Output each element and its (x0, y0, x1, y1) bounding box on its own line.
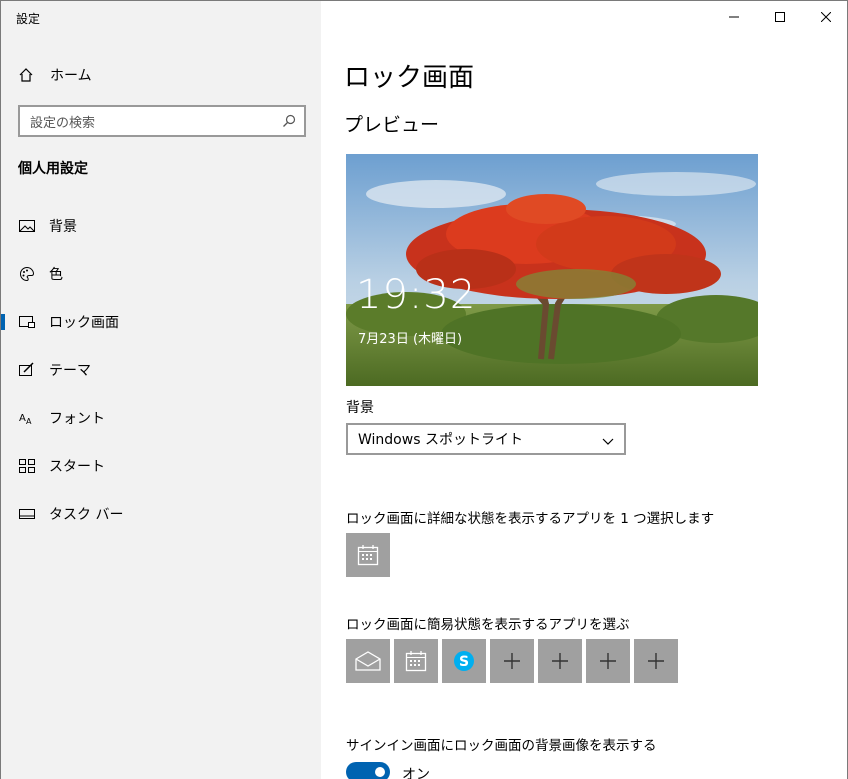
maximize-icon (775, 12, 785, 22)
toggle-knob (375, 767, 385, 777)
signin-background-toggle[interactable] (346, 762, 390, 779)
section-title: 個人用設定 (18, 161, 88, 177)
search-input[interactable]: 設定の検索 (18, 105, 306, 137)
svg-text:A: A (26, 417, 32, 425)
home-icon (18, 67, 34, 83)
start-icon (18, 457, 36, 475)
calendar-icon (357, 545, 379, 566)
quick-status-add-button[interactable] (586, 639, 630, 683)
home-label: ホーム (50, 68, 92, 84)
background-label: 背景 (346, 400, 374, 416)
detailed-status-app-calendar[interactable] (346, 533, 390, 577)
sidebar-item-start[interactable]: スタート (1, 446, 321, 486)
svg-text:S: S (459, 654, 469, 670)
sidebar-item-color[interactable]: 色 (1, 254, 321, 294)
detailed-status-label: ロック画面に詳細な状態を表示するアプリを 1 つ選択します (346, 511, 715, 527)
preview-time: 19:32 (356, 272, 477, 318)
sidebar-item-label: フォント (49, 411, 105, 427)
maximize-button[interactable] (757, 1, 803, 33)
sidebar-item-label: タスク バー (49, 507, 124, 523)
toggle-state-label: オン (402, 767, 430, 779)
background-dropdown-value: Windows スポットライト (358, 432, 523, 448)
sidebar-item-lock-screen[interactable]: ロック画面 (1, 302, 321, 342)
preview-date: 7月23日 (木曜日) (358, 332, 463, 347)
quick-status-add-button[interactable] (538, 639, 582, 683)
lock-screen-preview: 19:32 7月23日 (木曜日) (346, 154, 758, 386)
sidebar-item-label: スタート (49, 459, 105, 475)
search-icon (282, 114, 296, 128)
quick-status-add-button[interactable] (634, 639, 678, 683)
plus-icon (648, 653, 664, 669)
plus-icon (552, 653, 568, 669)
sidebar-item-label: 背景 (49, 219, 77, 235)
quick-status-app-mail[interactable] (346, 639, 390, 683)
skype-icon: S (454, 651, 474, 671)
preview-background-image (346, 154, 758, 386)
sidebar-item-taskbar[interactable]: タスク バー (1, 494, 321, 534)
quick-status-app-skype[interactable]: S (442, 639, 486, 683)
sidebar-item-background[interactable]: 背景 (1, 206, 321, 246)
sidebar-item-theme[interactable]: テーマ (1, 350, 321, 390)
close-button[interactable] (803, 1, 847, 33)
lock-screen-icon (18, 313, 36, 331)
svg-text:A: A (19, 413, 26, 424)
quick-status-label: ロック画面に簡易状態を表示するアプリを選ぶ (346, 617, 630, 633)
page-title: ロック画面 (344, 63, 475, 93)
main-content: ロック画面 プレビュー 19:32 7月23日 (木曜日) 背景 Windows… (321, 1, 847, 779)
home-link[interactable]: ホーム (18, 65, 92, 85)
picture-icon (18, 217, 36, 235)
sidebar-item-label: テーマ (49, 363, 91, 379)
preview-heading: プレビュー (344, 114, 440, 136)
chevron-down-icon (602, 434, 614, 450)
quick-status-app-calendar[interactable] (394, 639, 438, 683)
theme-icon (18, 361, 36, 379)
active-indicator (1, 314, 5, 330)
minimize-button[interactable] (711, 1, 757, 33)
plus-icon (600, 653, 616, 669)
sidebar-item-label: ロック画面 (49, 315, 119, 331)
background-dropdown[interactable]: Windows スポットライト (346, 423, 626, 455)
app-title: 設定 (16, 12, 41, 26)
sidebar: 設定 ホーム 設定の検索 個人用設定 背景 色 ロック画面 テーマ A A フォ… (1, 1, 321, 779)
mail-icon (355, 651, 381, 671)
font-icon: AA (18, 409, 36, 427)
plus-icon (504, 653, 520, 669)
minimize-icon (729, 16, 739, 18)
search-placeholder: 設定の検索 (30, 115, 96, 131)
sidebar-item-label: 色 (49, 267, 63, 283)
sidebar-item-font[interactable]: AA フォント (1, 398, 321, 438)
settings-window: 設定 ホーム 設定の検索 個人用設定 背景 色 ロック画面 テーマ A A フォ… (0, 0, 848, 779)
palette-icon (18, 265, 36, 283)
signin-background-label: サインイン画面にロック画面の背景画像を表示する (346, 738, 657, 754)
close-icon (821, 12, 831, 22)
calendar-icon (405, 651, 427, 672)
quick-status-add-button[interactable] (490, 639, 534, 683)
taskbar-icon (18, 505, 36, 523)
